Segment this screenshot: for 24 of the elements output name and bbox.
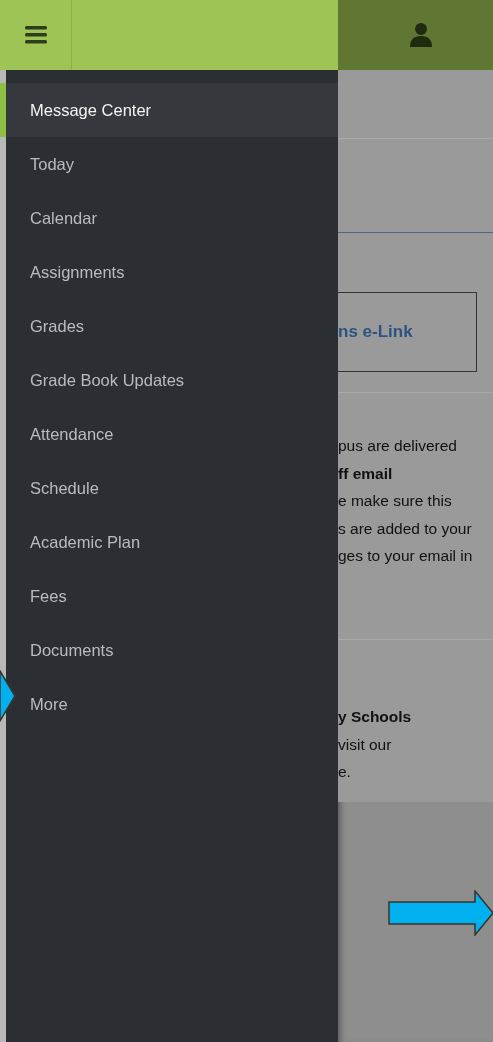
- menu-item[interactable]: More: [30, 694, 68, 714]
- menu-item[interactable]: Attendance: [30, 424, 114, 444]
- menu-item[interactable]: Documents: [30, 640, 114, 660]
- menu-item[interactable]: Assignments: [30, 262, 125, 282]
- menu-icon: [24, 26, 47, 44]
- menu-item[interactable]: Message Center: [30, 100, 152, 120]
- arrow-icon: [388, 890, 493, 936]
- notice-text-line: s are added to your: [338, 518, 473, 539]
- user-icon[interactable]: [409, 23, 432, 47]
- menu-item[interactable]: Calendar: [30, 208, 97, 228]
- menu-item[interactable]: Grades: [30, 316, 85, 336]
- notice-text-line: e make sure this: [338, 491, 453, 511]
- menu-item[interactable]: Today: [30, 154, 75, 174]
- menu-item[interactable]: Academic Plan: [30, 532, 141, 552]
- notice-text-line: ges to your email in: [338, 546, 474, 566]
- info-text-line: visit our: [338, 734, 393, 755]
- notice-text-line: pus are delivered: [338, 436, 458, 456]
- arrow-icon: [0, 670, 16, 722]
- info-text-line: e.: [338, 762, 352, 782]
- menu-item[interactable]: Grade Book Updates: [30, 370, 185, 390]
- info-text-line: y Schools: [338, 707, 413, 727]
- menu-item[interactable]: Fees: [30, 586, 67, 606]
- notice-text-line: ff email: [338, 463, 394, 484]
- menu-item[interactable]: Schedule: [30, 478, 99, 498]
